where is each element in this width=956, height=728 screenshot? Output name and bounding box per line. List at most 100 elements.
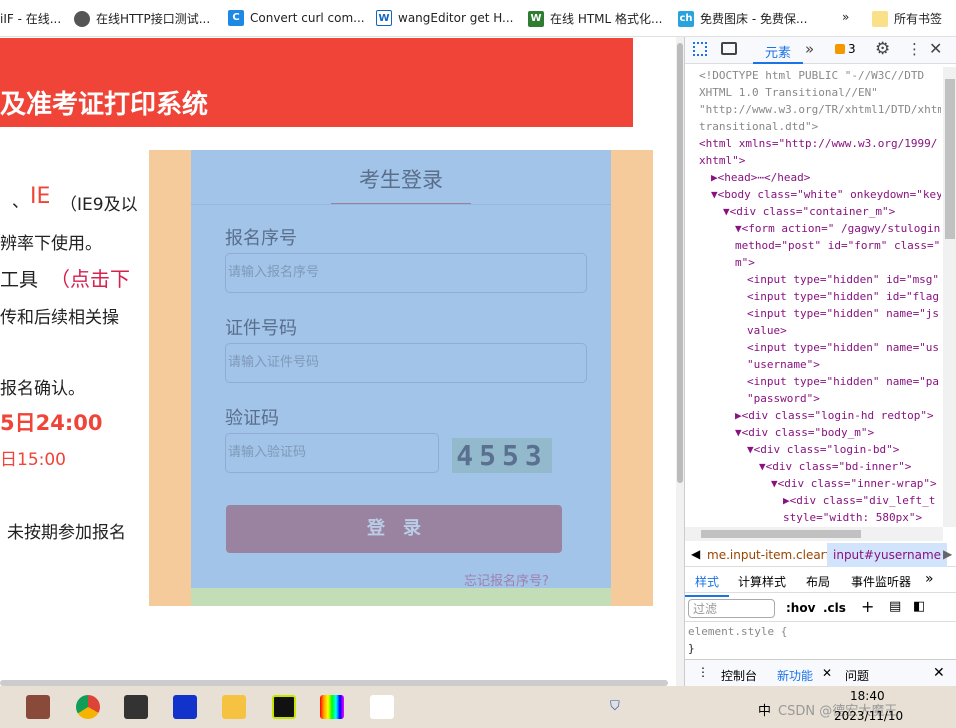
element-style-rule[interactable]: element.style { (688, 623, 787, 640)
dom-node-line[interactable]: value> (747, 322, 787, 339)
device-toolbar-icon[interactable] (721, 42, 737, 55)
tab-issues[interactable]: 问题 (845, 667, 869, 684)
html-icon: W (528, 10, 544, 27)
bookmarks-bar: iIF - 在线... 在线HTTP接口测试... C Convert curl … (0, 0, 956, 37)
tab-console[interactable]: 控制台 (721, 667, 757, 684)
dom-node-line[interactable]: ▶<head>⋯</head> (711, 169, 810, 186)
bookmark[interactable]: WwangEditor get H... (376, 10, 514, 26)
styles-tabs: 样式 计算样式 布局 事件监听器 » (685, 568, 956, 597)
dom-node-line[interactable]: "http://www.w3.org/TR/xhtml1/DTD/xhtm (699, 101, 941, 118)
settings-gear-icon[interactable]: ⚙ (875, 39, 890, 59)
dom-node-line[interactable]: <html xmlns="http://www.w3.org/1999/ (699, 135, 937, 152)
dom-node-line[interactable]: method="post" id="form" class=" (735, 237, 940, 254)
tab-layout[interactable]: 布局 (806, 573, 830, 590)
dom-node-line[interactable]: "password"> (747, 390, 820, 407)
tab-elements[interactable]: 元素 (753, 42, 804, 64)
c-icon: C (228, 10, 244, 26)
deadline-text: 日15:00 (0, 450, 66, 470)
dom-node-line[interactable]: <input type="hidden" name="us (747, 339, 939, 356)
notice-text: 报名确认。 (0, 379, 85, 399)
dom-node-line[interactable]: xhtml"> (699, 152, 745, 169)
notice-text: 传和后续相关操 (0, 308, 119, 328)
dom-scrollbar[interactable] (943, 67, 956, 527)
breadcrumb-item[interactable]: me.input-item.clearfix (707, 548, 840, 562)
page-scrollbar[interactable] (676, 37, 684, 686)
dom-node-line[interactable]: ▼<div class="inner-wrap"> (771, 475, 937, 492)
all-bookmarks-folder[interactable]: 所有书签 (872, 10, 942, 27)
dom-node-line[interactable]: ▼<form action=" /gagwy/stulogin/ (735, 220, 941, 237)
file-explorer-icon[interactable] (222, 695, 246, 719)
more-tabs-button[interactable]: » (805, 40, 814, 58)
more-style-tabs[interactable]: » (925, 571, 934, 587)
id-number-input[interactable]: 请输入证件号码 (225, 343, 587, 383)
tab-styles[interactable]: 样式 (685, 568, 730, 597)
dom-node-line[interactable]: <input type="hidden" id="flag (747, 288, 939, 305)
notice-text: 辨率下使用。 (0, 234, 102, 254)
dom-node-line[interactable]: ▼<div class="bd-inner"> (759, 458, 911, 475)
tab-event-listeners[interactable]: 事件监听器 (851, 573, 911, 590)
dom-node-line[interactable]: <input type="hidden" id="msg" (747, 271, 939, 288)
dom-node-line[interactable]: ▼<body class="white" onkeydown="keyL (711, 186, 941, 203)
dom-node-line[interactable]: ▼<div class="container_m"> (723, 203, 895, 220)
page-viewport: 及准考证打印系统 、 IE （IE9及以 辨率下使用。 工具 （点击下 传和后续… (0, 37, 676, 686)
registration-number-input[interactable]: 请输入报名序号 (225, 253, 587, 293)
photo-app-icon[interactable] (26, 695, 50, 719)
chrome-icon[interactable] (76, 695, 100, 719)
forgot-number-link[interactable]: 忘记报名序号? (464, 570, 549, 589)
close-devtools-icon[interactable]: ✕ (929, 39, 942, 58)
notice-text: IE (30, 184, 51, 209)
cls-toggle[interactable]: .cls (823, 601, 846, 615)
tab-whats-new[interactable]: 新功能 (777, 667, 813, 684)
bookmark[interactable]: W 在线 HTML 格式化... (528, 10, 662, 27)
paint-brush-icon[interactable]: ▤ (889, 599, 901, 614)
dom-tree[interactable]: <!DOCTYPE html PUBLIC "-//W3C//DTD XHTML … (699, 67, 941, 527)
clock-time[interactable]: 18:40 (850, 689, 885, 703)
login-button[interactable]: 登 录 (226, 505, 562, 553)
captcha-input[interactable]: 请输入验证码 (225, 433, 439, 473)
isp-icon[interactable] (173, 695, 197, 719)
color-app-icon[interactable] (320, 695, 344, 719)
styles-filter-input[interactable]: 过滤 (688, 599, 775, 618)
dom-node-line[interactable]: ▼<div class="body_m"> (735, 424, 874, 441)
captcha-image[interactable]: 4553 (452, 438, 552, 473)
dom-node-line[interactable]: XHTML 1.0 Transitional//EN" (699, 84, 878, 101)
dom-node-line[interactable]: transitional.dtd"> (699, 118, 818, 135)
inspect-icon[interactable] (693, 42, 707, 56)
drawer-menu-icon[interactable]: ⋮ (697, 665, 709, 679)
bookmark[interactable]: iIF - 在线... (0, 10, 61, 27)
rule-close: } (688, 642, 695, 655)
globe-icon (74, 10, 90, 27)
bookmark[interactable]: 在线HTTP接口测试... (74, 10, 210, 27)
qq-icon[interactable] (370, 695, 394, 719)
dom-hscrollbar[interactable] (685, 527, 943, 541)
more-bookmarks-button[interactable]: » (842, 10, 849, 24)
new-rule-icon[interactable]: + (861, 597, 874, 616)
dom-node-line[interactable]: m"> (735, 254, 755, 271)
clock-date[interactable]: 2023/11/10 (834, 709, 903, 723)
dom-node-line[interactable]: style="width: 580px"> (783, 509, 922, 526)
dom-node-line[interactable]: ▶<div class="login-hd redtop"> (735, 407, 934, 424)
security-tray-icon[interactable]: ⛉ (610, 699, 620, 714)
dom-node-line[interactable]: "username"> (747, 356, 820, 373)
more-options-icon[interactable]: ⋮ (907, 40, 922, 58)
dom-node-line[interactable]: ▶<div class="div_left_t (783, 492, 935, 509)
bookmark[interactable]: C Convert curl com... (228, 10, 365, 26)
dom-node-line[interactable]: <!DOCTYPE html PUBLIC "-//W3C//DTD (699, 67, 924, 84)
hov-toggle[interactable]: :hov (786, 601, 815, 615)
pycharm-icon[interactable] (272, 695, 296, 719)
download-link[interactable]: （点击下 (50, 263, 130, 292)
breadcrumb-item-selected[interactable]: input#yusername (827, 543, 948, 567)
bookmark[interactable]: ch 免费图床 - 免费保... (678, 10, 807, 27)
dom-node-line[interactable]: <input type="hidden" name="js (747, 305, 939, 322)
breadcrumb-left-icon[interactable]: ◀ (691, 547, 700, 561)
sublime-icon[interactable] (124, 695, 148, 719)
issues-icon[interactable] (835, 44, 845, 54)
close-tab-icon[interactable]: ✕ (822, 666, 832, 680)
dom-node-line[interactable]: ▼<div class="login-bd"> (747, 441, 899, 458)
sidebar-toggle-icon[interactable]: ◧ (913, 599, 925, 614)
ime-indicator[interactable]: 中 (758, 700, 771, 719)
close-drawer-icon[interactable]: ✕ (933, 665, 945, 681)
breadcrumb-right-icon[interactable]: ▶ (943, 547, 952, 561)
dom-node-line[interactable]: <input type="hidden" name="pa (747, 373, 939, 390)
tab-computed[interactable]: 计算样式 (738, 573, 786, 590)
